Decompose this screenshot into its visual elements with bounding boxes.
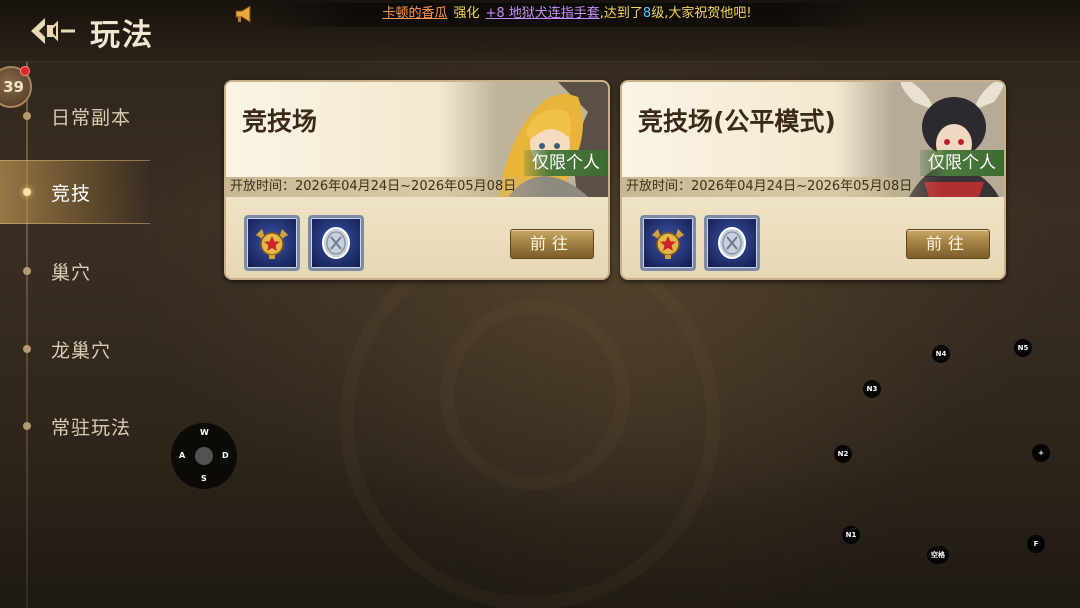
sidebar-item-daily-dungeon[interactable]: 日常副本	[0, 84, 150, 148]
open-time: 开放时间：2026年04月24日~2026年05月08日	[622, 177, 942, 197]
key-plus[interactable]: +	[1032, 444, 1050, 462]
card-title: 竞技场	[242, 107, 318, 136]
sidebar-item-permanent-modes[interactable]: 常驻玩法	[0, 394, 150, 458]
sidebar-item-dragon-nest[interactable]: 龙巢穴	[0, 317, 150, 381]
broadcast-action: 强化	[453, 6, 480, 21]
megaphone-icon	[235, 5, 251, 23]
notification-dot	[20, 66, 30, 76]
sidebar-item-label: 竞技	[51, 182, 92, 205]
broadcast-banner: 卡顿的香瓜 强化 +8 地狱犬连指手套,达到了8级,大家祝贺他吧!	[262, 3, 872, 27]
arena-card[interactable]: 竞技场 仅限个人 开放时间：2026年04月24日~2026年05月08日 前往	[224, 80, 610, 280]
joystick-thumb[interactable]	[195, 447, 213, 465]
sidebar-item-label: 龙巢穴	[51, 339, 112, 362]
key-n5[interactable]: N5	[1014, 339, 1032, 357]
fair-arena-card[interactable]: 竞技场(公平模式) 仅限个人 开放时间：2026年04月24日~2026年05月…	[620, 80, 1006, 280]
solo-only-tag: 仅限个人	[920, 150, 1004, 176]
broadcast-text: ,达到了	[599, 6, 643, 21]
go-button[interactable]: 前往	[906, 229, 990, 259]
sidebar-item-label: 巢穴	[51, 261, 92, 284]
back-arrow-icon	[31, 18, 75, 44]
back-button[interactable]	[26, 12, 80, 50]
header-bar: 玩法 卡顿的香瓜 强化 +8 地狱犬连指手套,达到了8级,大家祝贺他吧!	[0, 0, 1080, 62]
joystick-key-up: W	[200, 428, 209, 437]
bullet-icon	[23, 112, 31, 120]
virtual-joystick[interactable]: W A D S	[171, 423, 237, 489]
key-n3[interactable]: N3	[863, 380, 881, 398]
solo-only-tag: 仅限个人	[524, 150, 608, 176]
bullet-icon	[23, 345, 31, 353]
card-footer: 前往	[622, 197, 1004, 278]
key-space[interactable]: 空格	[927, 546, 949, 564]
joystick-key-right: D	[222, 451, 229, 460]
sidebar-item-arena[interactable]: 竞技	[0, 160, 150, 224]
joystick-key-left: A	[179, 451, 186, 460]
key-n2[interactable]: N2	[834, 445, 852, 463]
reward-medal-icon[interactable]	[640, 215, 696, 271]
background-ornament	[440, 300, 630, 490]
sidebar-item-nest[interactable]: 巢穴	[0, 239, 150, 303]
broadcast-item-link[interactable]: +8 地狱犬连指手套	[485, 6, 599, 21]
key-f[interactable]: F	[1027, 535, 1045, 553]
card-title: 竞技场(公平模式)	[638, 107, 836, 136]
bullet-icon	[23, 267, 31, 275]
page-title: 玩法	[90, 18, 154, 53]
silver-coin-icon[interactable]	[308, 215, 364, 271]
sidebar-item-label: 日常副本	[51, 106, 132, 129]
joystick-key-down: S	[201, 474, 207, 483]
broadcast-text-suffix: 级,大家祝贺他吧!	[651, 6, 752, 21]
broadcast-player-name[interactable]: 卡顿的香瓜	[382, 6, 447, 21]
card-footer: 前往	[226, 197, 608, 278]
open-time: 开放时间：2026年04月24日~2026年05月08日	[226, 177, 546, 197]
reward-medal-icon[interactable]	[244, 215, 300, 271]
go-button[interactable]: 前往	[510, 229, 594, 259]
sidebar-item-label: 常驻玩法	[51, 416, 132, 439]
key-n4[interactable]: N4	[932, 345, 950, 363]
silver-coin-icon[interactable]	[704, 215, 760, 271]
sidebar: 39 日常副本 竞技 巢穴 龙巢穴 常驻玩法	[0, 62, 160, 608]
broadcast-level: 8	[642, 6, 652, 21]
bullet-icon	[23, 188, 31, 196]
key-n1[interactable]: N1	[842, 526, 860, 544]
bullet-icon	[23, 422, 31, 430]
